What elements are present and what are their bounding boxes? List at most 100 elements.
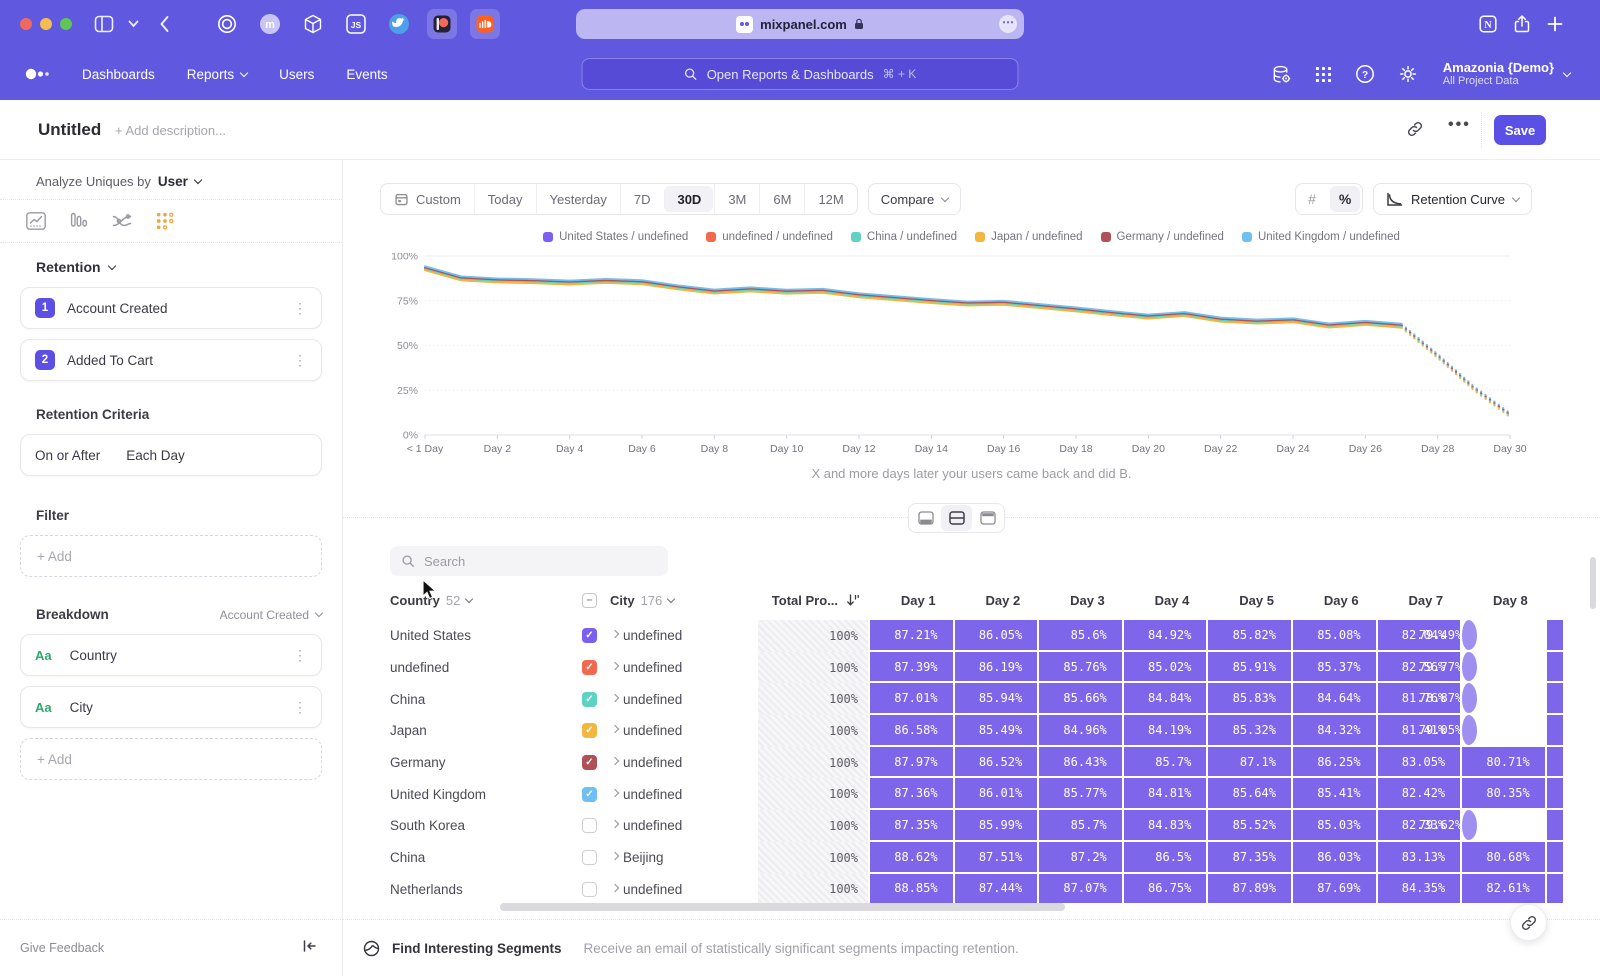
expand-row-icon[interactable] [607,729,623,732]
project-selector[interactable]: Amazonia {Demo} All Project Data [1443,60,1570,88]
sort-icon[interactable] [846,593,860,607]
breakdown-scope-selector[interactable]: Account Created [220,608,322,622]
url-bar[interactable]: mixpanel.com ⋯ [576,9,1024,39]
report-description-placeholder[interactable]: + Add description... [115,123,226,138]
range-30d[interactable]: 30D [664,186,713,212]
country-column-header[interactable]: Country 52 [390,593,582,608]
back-icon[interactable] [159,15,170,33]
day-column-header[interactable]: Day 7 [1376,593,1461,608]
legend-item[interactable]: undefined / undefined [706,231,833,243]
city-column-header[interactable]: – City 176 [582,593,758,608]
expand-row-icon[interactable] [607,761,623,764]
report-title[interactable]: Untitled [38,120,101,140]
expand-row-icon[interactable] [607,888,623,891]
kebab-menu-icon[interactable]: ⋮ [293,650,307,660]
row-checkbox[interactable]: ✓ [582,723,597,738]
settings-gear-icon[interactable] [1398,64,1418,84]
nav-item-dashboards[interactable]: Dashboards [82,67,155,82]
step-card-added-to-cart[interactable]: 2 Added To Cart ⋮ [20,339,322,381]
horizontal-scrollbar[interactable] [500,903,1065,911]
total-column-header[interactable]: Total Pro... [758,593,868,608]
table-search-input[interactable] [424,554,644,569]
save-button[interactable]: Save [1494,115,1546,145]
expand-row-icon[interactable] [607,666,623,669]
range-3m[interactable]: 3M [714,184,759,214]
letter-m-favicon[interactable]: m [255,9,285,39]
nav-item-users[interactable]: Users [279,67,314,82]
soundcloud-favicon[interactable] [470,9,500,39]
more-options-icon[interactable]: ••• [1448,116,1471,134]
segments-title[interactable]: Find Interesting Segments [392,941,562,956]
ring-favicon[interactable] [212,9,242,39]
copy-link-icon[interactable] [1406,120,1424,143]
patreon-favicon[interactable] [427,9,457,39]
tab-funnels[interactable] [57,200,100,242]
sidebar-toggle-icon[interactable] [94,15,114,33]
row-checkbox[interactable]: ✓ [582,692,597,707]
legend-item[interactable]: United Kingdom / undefined [1242,231,1400,243]
global-search-button[interactable]: Open Reports & Dashboards ⌘ + K [582,58,1019,90]
row-checkbox[interactable]: ✓ [582,660,597,675]
tab-flows[interactable] [100,200,143,242]
add-breakdown-button[interactable]: + Add [20,738,322,780]
legend-item[interactable]: Japan / undefined [975,231,1082,243]
range-6m[interactable]: 6M [759,184,804,214]
nav-item-reports[interactable]: Reports [187,67,247,82]
range-7d[interactable]: 7D [620,184,664,214]
collapse-sidebar-icon[interactable] [302,939,317,958]
percent-toggle[interactable]: % [1330,186,1360,212]
mixpanel-logo-icon[interactable] [24,67,52,81]
js-favicon[interactable]: JS [341,9,371,39]
give-feedback-link[interactable]: Give Feedback [20,941,104,955]
view-toggle-bottom-panel-icon[interactable] [910,505,941,531]
step-card-account-created[interactable]: 1 Account Created ⋮ [20,287,322,329]
table-search[interactable] [390,546,668,576]
help-icon[interactable]: ? [1355,64,1375,84]
kebab-menu-icon[interactable]: ⋮ [293,355,307,365]
count-toggle[interactable]: # [1296,184,1328,214]
expand-row-icon[interactable] [607,856,623,859]
row-checkbox[interactable] [582,818,597,833]
kebab-menu-icon[interactable]: ⋮ [293,303,307,313]
breakdown-card-country[interactable]: Aa Country ⋮ [20,634,322,676]
apps-grid-icon[interactable] [1315,66,1332,83]
range-12m[interactable]: 12M [804,184,856,214]
day-column-header[interactable]: Day 4 [1122,593,1207,608]
day-column-header[interactable]: Day 3 [1037,593,1122,608]
row-checkbox[interactable] [582,882,597,897]
bird-favicon[interactable] [384,9,414,39]
add-filter-button[interactable]: + Add [20,535,322,577]
legend-item[interactable]: United States / undefined [543,231,688,243]
row-checkbox[interactable]: ✓ [582,755,597,770]
expand-row-icon[interactable] [607,634,623,637]
criteria-condition-selector[interactable]: On or After [35,448,100,463]
row-checkbox[interactable] [582,850,597,865]
range-today[interactable]: Today [474,184,536,214]
notion-extension-icon[interactable]: N [1478,14,1498,34]
maximize-window-icon[interactable] [60,18,72,30]
select-all-checkbox[interactable]: – [582,593,597,608]
day-column-header[interactable]: Day 6 [1291,593,1376,608]
nav-item-events[interactable]: Events [346,67,387,82]
day-column-header[interactable]: Day 2 [953,593,1038,608]
expand-row-icon[interactable] [607,824,623,827]
cube-favicon[interactable] [298,9,328,39]
minimize-window-icon[interactable] [40,18,52,30]
range-custom[interactable]: Custom [381,184,474,214]
range-yesterday[interactable]: Yesterday [536,184,620,214]
tab-insights[interactable] [14,200,57,242]
data-management-icon[interactable] [1271,64,1292,85]
analyze-uniques-selector[interactable]: User [158,174,188,189]
expand-row-icon[interactable] [607,793,623,796]
day-column-header[interactable]: Day 8 [1460,593,1545,608]
legend-item[interactable]: China / undefined [851,231,957,243]
vertical-scrollbar[interactable] [1590,557,1596,609]
view-toggle-top-panel-icon[interactable] [972,505,1003,531]
criteria-interval-selector[interactable]: Each Day [126,448,185,463]
retention-section-title[interactable]: Retention [36,259,101,275]
chevron-down-icon[interactable] [128,20,139,28]
kebab-menu-icon[interactable]: ⋮ [293,702,307,712]
day-column-header[interactable]: Day 5 [1206,593,1291,608]
row-checkbox[interactable]: ✓ [582,628,597,643]
expand-row-icon[interactable] [607,698,623,701]
